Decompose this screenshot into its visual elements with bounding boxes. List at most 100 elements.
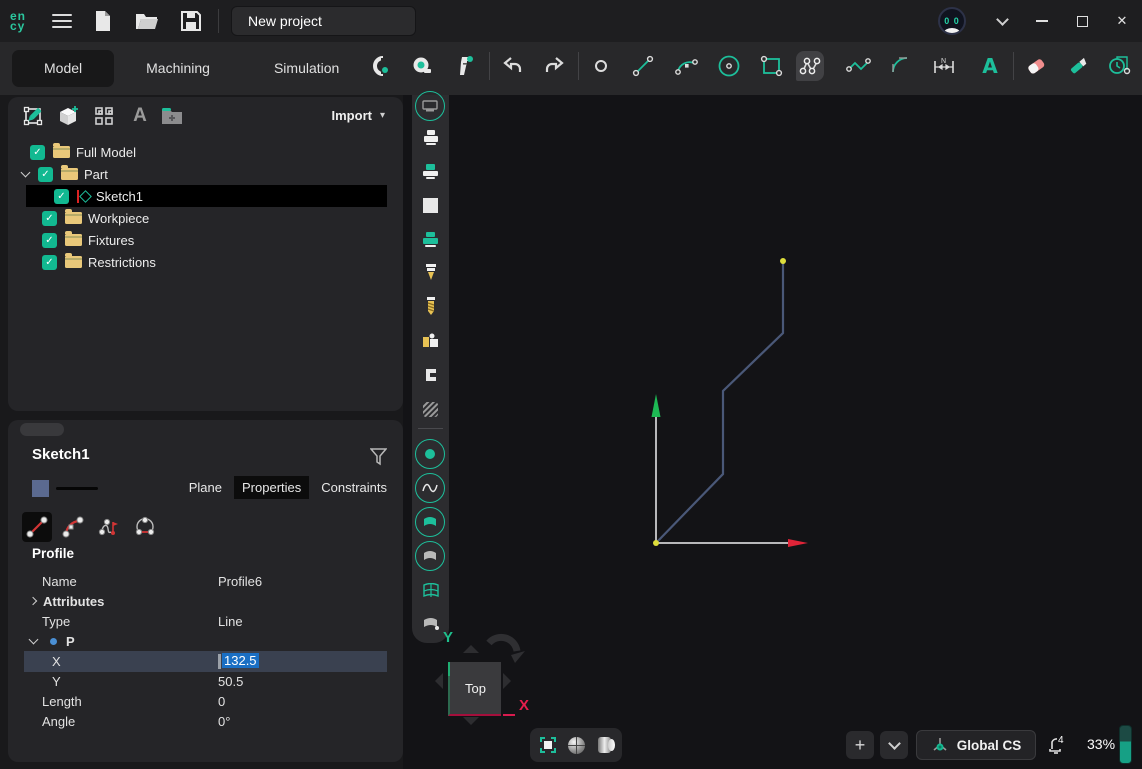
- sheet-body-filter-icon[interactable]: [418, 612, 443, 636]
- draw-line-icon[interactable]: [629, 51, 657, 81]
- history-clock-icon[interactable]: [1106, 51, 1134, 81]
- import-button[interactable]: Import ▾: [332, 108, 385, 123]
- close-button[interactable]: ✕: [1102, 0, 1142, 42]
- tab-properties[interactable]: Properties: [234, 476, 309, 499]
- create-sketch-icon[interactable]: [22, 104, 46, 128]
- property-row-attributes[interactable]: Attributes: [8, 591, 403, 611]
- tab-model[interactable]: Model: [12, 50, 114, 87]
- tap-tool-filter-icon[interactable]: [418, 260, 443, 284]
- redo-icon[interactable]: [540, 51, 568, 81]
- segment-closed-curve-icon[interactable]: [130, 512, 160, 542]
- property-row-y[interactable]: Y 50.5: [8, 671, 403, 691]
- tree-row-restrictions[interactable]: ✓ Restrictions: [8, 251, 403, 273]
- property-row-x[interactable]: X 132.5: [8, 651, 403, 671]
- maximize-button[interactable]: [1062, 0, 1102, 42]
- tree-row-full-model[interactable]: ✓ Full Model: [8, 141, 403, 163]
- undo-icon[interactable]: [499, 51, 527, 81]
- property-value[interactable]: Line: [218, 614, 243, 629]
- trim-knife-icon[interactable]: [1065, 51, 1093, 81]
- property-value[interactable]: Profile6: [218, 574, 262, 589]
- draw-rectangle-icon[interactable]: [758, 51, 786, 81]
- expand-chevron-icon[interactable]: [21, 168, 31, 178]
- property-value[interactable]: 0°: [218, 714, 230, 729]
- mesh-filter-icon[interactable]: [418, 578, 443, 602]
- tool-holder-filter-icon[interactable]: [415, 91, 445, 121]
- holder-filter-icon[interactable]: [418, 125, 443, 149]
- account-dropdown-chevron-icon[interactable]: [982, 0, 1022, 42]
- rotate-down-arrow-icon[interactable]: [463, 717, 479, 733]
- checkbox-checked[interactable]: ✓: [54, 189, 69, 204]
- surfaces-filter-icon[interactable]: [415, 507, 445, 537]
- project-name-field[interactable]: New project: [231, 6, 416, 36]
- add-folder-icon[interactable]: [160, 104, 184, 128]
- checkbox-checked[interactable]: ✓: [42, 255, 57, 270]
- add-solid-icon[interactable]: [56, 104, 80, 128]
- user-avatar[interactable]: 0 0: [938, 7, 966, 35]
- property-row-length[interactable]: Length 0: [8, 691, 403, 711]
- faces-filter-icon[interactable]: [415, 541, 445, 571]
- dimension-icon[interactable]: N: [930, 51, 958, 81]
- tree-row-workpiece[interactable]: ✓ Workpiece: [8, 207, 403, 229]
- zoom-slider[interactable]: [1119, 725, 1132, 764]
- tree-row-sketch1[interactable]: ✓ Sketch1: [8, 185, 403, 207]
- draw-point-icon[interactable]: [587, 51, 615, 81]
- collapse-chevron-icon[interactable]: [29, 597, 37, 605]
- add-text-icon[interactable]: A: [128, 104, 152, 128]
- add-cs-button[interactable]: +: [846, 731, 874, 759]
- tree-row-fixtures[interactable]: ✓ Fixtures: [8, 229, 403, 251]
- open-folder-icon[interactable]: [134, 8, 160, 34]
- property-group-p[interactable]: P: [8, 631, 403, 651]
- expand-chevron-icon[interactable]: [29, 635, 39, 645]
- segment-polyline-flag-icon[interactable]: [94, 512, 124, 542]
- hamburger-menu-icon[interactable]: [52, 10, 72, 32]
- property-value[interactable]: 50.5: [218, 674, 243, 689]
- adapter-filter-icon[interactable]: [418, 159, 443, 183]
- checkbox-checked[interactable]: ✓: [42, 233, 57, 248]
- draw-polyline-icon[interactable]: [844, 51, 872, 81]
- tab-machining[interactable]: Machining: [114, 50, 242, 87]
- snap-magnet-icon[interactable]: [365, 51, 393, 81]
- workpiece-filter-icon[interactable]: [418, 193, 443, 217]
- measure-tape-icon[interactable]: [408, 51, 436, 81]
- segment-line-icon[interactable]: [22, 512, 52, 542]
- fit-view-icon[interactable]: [538, 735, 558, 755]
- checkbox-checked[interactable]: ✓: [30, 145, 45, 160]
- filter-icon[interactable]: [370, 448, 387, 466]
- sketch-color-swatch[interactable]: [32, 480, 49, 497]
- checkbox-checked[interactable]: ✓: [38, 167, 53, 182]
- tab-constraints[interactable]: Constraints: [313, 476, 395, 499]
- notifications-button[interactable]: 4: [1042, 730, 1072, 760]
- draw-profile-icon[interactable]: [796, 51, 824, 81]
- rotate-right-arrow-icon[interactable]: [503, 673, 519, 689]
- cs-dropdown-button[interactable]: [880, 731, 908, 759]
- draw-arc-icon[interactable]: [672, 51, 700, 81]
- caliper-icon[interactable]: [451, 51, 479, 81]
- global-cs-button[interactable]: Global CS: [916, 730, 1036, 760]
- eraser-icon[interactable]: [1022, 51, 1050, 81]
- rotate-left-arrow-icon[interactable]: [427, 673, 443, 689]
- draw-circle-icon[interactable]: [715, 51, 743, 81]
- segment-arc-icon[interactable]: [58, 512, 88, 542]
- save-icon[interactable]: [178, 8, 204, 34]
- x-value-field[interactable]: 132.5: [218, 653, 259, 669]
- line-style-preview[interactable]: [56, 487, 98, 490]
- property-value[interactable]: 132.5: [222, 653, 259, 668]
- tab-simulation[interactable]: Simulation: [242, 50, 358, 87]
- points-filter-icon[interactable]: [415, 439, 445, 469]
- minimize-button[interactable]: [1022, 0, 1062, 42]
- tree-row-part[interactable]: ✓ Part: [8, 163, 403, 185]
- panel-drag-handle[interactable]: [20, 423, 64, 436]
- clamp-filter-icon[interactable]: [418, 363, 443, 387]
- fixture-filter-icon[interactable]: [418, 329, 443, 353]
- new-file-icon[interactable]: [90, 8, 116, 34]
- shading-mode-icon[interactable]: [566, 735, 586, 755]
- material-view-icon[interactable]: [594, 735, 614, 755]
- curves-filter-icon[interactable]: [415, 473, 445, 503]
- drill-filter-icon[interactable]: [418, 294, 443, 318]
- pattern-array-icon[interactable]: [92, 104, 116, 128]
- fillet-corner-icon[interactable]: [887, 51, 915, 81]
- tool-assembly-filter-icon[interactable]: [418, 227, 443, 251]
- checkbox-checked[interactable]: ✓: [42, 211, 57, 226]
- rotate-up-arrow-icon[interactable]: [463, 637, 479, 653]
- view-cube[interactable]: Top: [448, 662, 501, 716]
